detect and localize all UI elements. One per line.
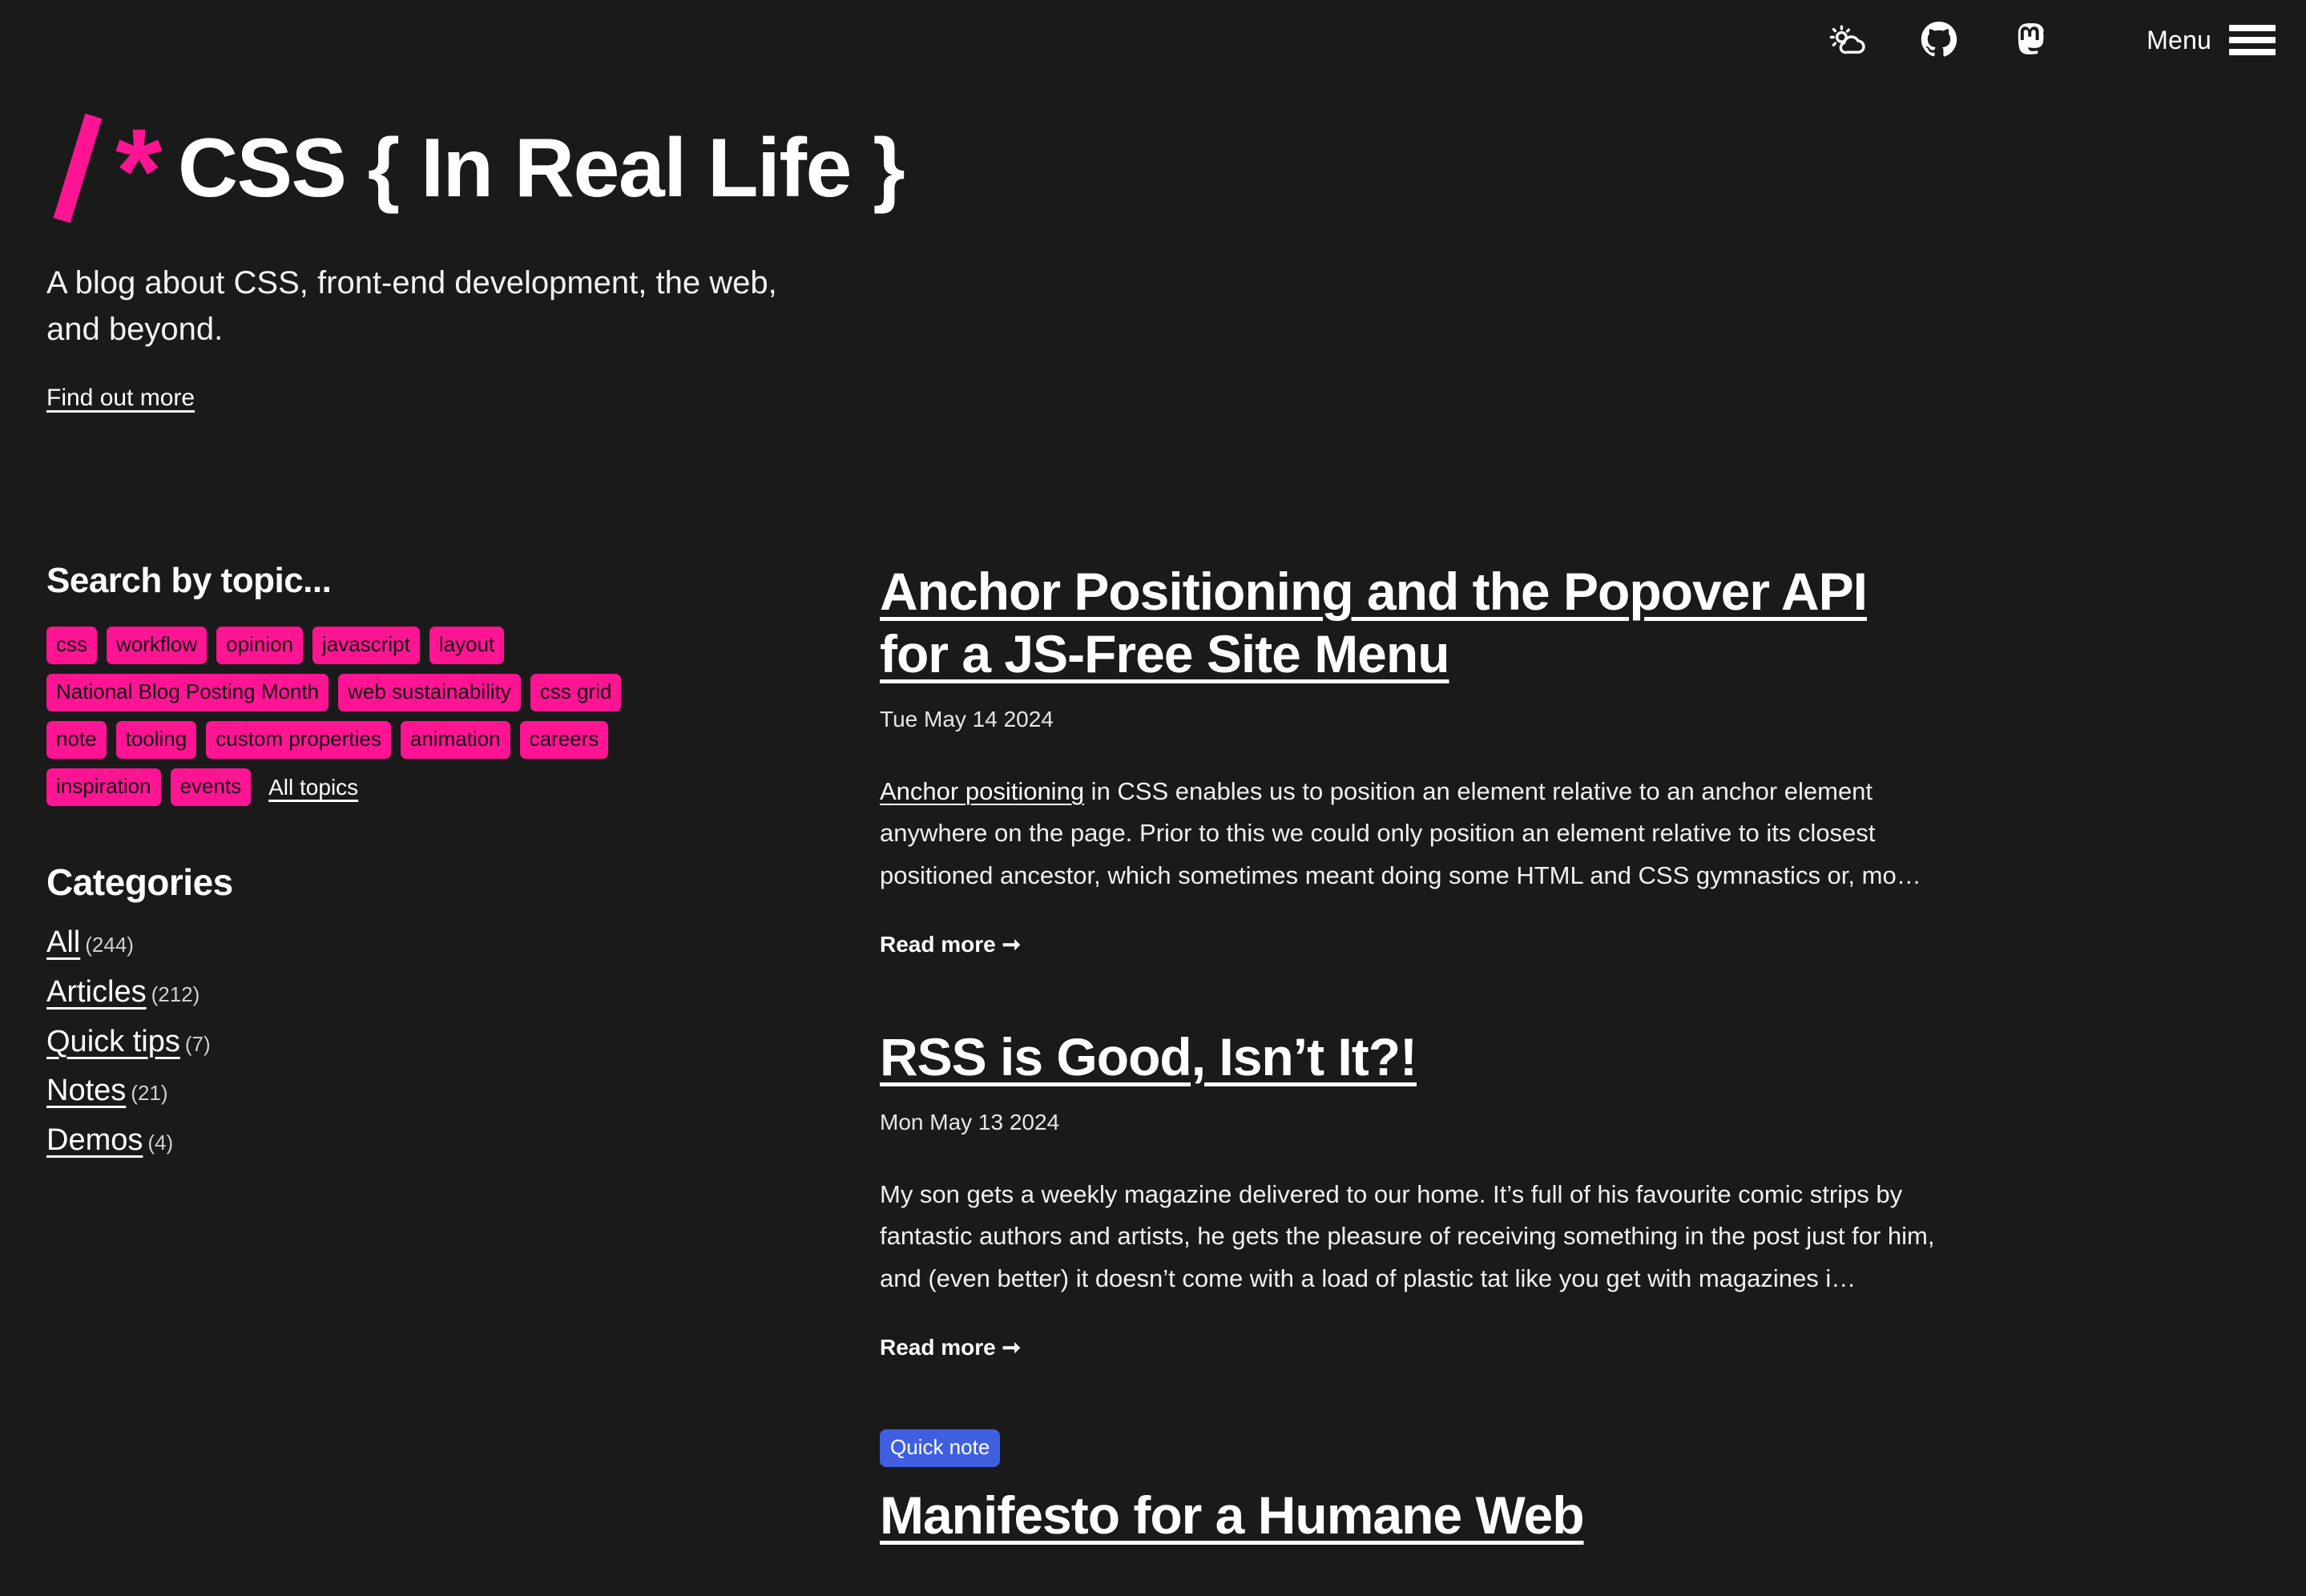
topic-tag-animation[interactable]: animation: [400, 721, 510, 759]
categories-heading: Categories: [46, 861, 233, 903]
search-by-topic-heading: Search by topic...: [46, 561, 332, 600]
menu-button[interactable]: Menu: [2147, 25, 2276, 55]
topic-tag-opinion[interactable]: opinion: [216, 627, 303, 664]
list-item: All (244): [46, 925, 824, 960]
category-link-articles[interactable]: Articles: [46, 975, 147, 1009]
github-icon: [1920, 21, 1958, 59]
post-date: Mon May 13 2024: [880, 1109, 1060, 1135]
read-more-link[interactable]: Read more ➞: [880, 931, 1021, 957]
page-title: CSS { In Real Life }: [178, 122, 905, 215]
post-title: RSS is Good, Isn’t It?!: [880, 1026, 1945, 1089]
topic-tag-events[interactable]: events: [170, 768, 252, 806]
topic-tag-css[interactable]: css: [46, 627, 97, 664]
post-excerpt: My son gets a weekly magazine delivered …: [880, 1179, 1935, 1293]
sun-cloud-icon: [1828, 21, 1867, 59]
theme-toggle-button[interactable]: [1824, 17, 1871, 63]
site-tagline: A blog about CSS, front-end development,…: [46, 265, 777, 347]
top-navigation-bar: Menu: [1824, 0, 2306, 80]
read-more-link[interactable]: Read more ➞: [880, 1334, 1021, 1360]
list-item: Quick tips (7): [46, 1025, 824, 1059]
topic-tag-web-sustainability[interactable]: web sustainability: [338, 674, 521, 711]
content-area: Search by topic... css workflow opinion …: [46, 561, 2306, 1596]
topic-tag-workflow[interactable]: workflow: [107, 627, 208, 664]
site-logo[interactable]: * CSS { In Real Life }: [46, 103, 1168, 238]
category-count-quick-tips: (7): [184, 1031, 211, 1056]
topic-tag-layout[interactable]: layout: [429, 627, 505, 664]
menu-label: Menu: [2147, 25, 2211, 54]
topic-tag-note[interactable]: note: [46, 721, 107, 759]
page-root: Menu * CSS { In Real Life } A blog about…: [0, 0, 2306, 1596]
sidebar: Search by topic... css workflow opinion …: [46, 561, 824, 1596]
post-item: Anchor Positioning and the Popover API f…: [880, 561, 1945, 957]
post-title-link[interactable]: Anchor Positioning and the Popover API f…: [880, 562, 1868, 683]
mastodon-icon: [2011, 21, 2050, 59]
list-item: Demos (4): [46, 1123, 824, 1158]
mastodon-link[interactable]: [2007, 17, 2054, 63]
category-link-all[interactable]: All: [46, 925, 80, 959]
status-badge: Quick note: [880, 1429, 1001, 1467]
github-link[interactable]: [1916, 17, 1962, 63]
category-count-notes: (21): [131, 1081, 168, 1106]
list-item: Notes (21): [46, 1074, 824, 1108]
asterisk-glyph: *: [115, 103, 163, 238]
hamburger-icon: [2229, 25, 2276, 55]
post-title-link[interactable]: Manifesto for a Humane Web: [880, 1485, 1585, 1545]
post-date: Tue May 14 2024: [880, 706, 1054, 732]
anchor-positioning-link[interactable]: Anchor positioning: [880, 777, 1084, 805]
post-feed: Anchor Positioning and the Popover API f…: [824, 561, 2306, 1596]
topic-tag-css-grid[interactable]: css grid: [530, 674, 622, 711]
comment-slash-star-icon: *: [46, 103, 199, 238]
topic-tag-javascript[interactable]: javascript: [312, 627, 420, 664]
post-title: Anchor Positioning and the Popover API f…: [880, 561, 1945, 686]
topic-tag-custom-properties[interactable]: custom properties: [206, 721, 391, 759]
post-excerpt: Anchor positioning in CSS enables us to …: [880, 771, 1945, 897]
category-list: All (244) Articles (212) Quick tips (7) Not…: [46, 925, 824, 1158]
category-link-notes[interactable]: Notes: [46, 1074, 126, 1107]
post-item: RSS is Good, Isn’t It?! Mon May 13 2024 …: [880, 1026, 1945, 1360]
all-topics-link[interactable]: All topics: [268, 775, 358, 800]
find-out-more-link[interactable]: Find out more: [46, 385, 195, 412]
topic-tag-tooling[interactable]: tooling: [115, 721, 197, 759]
topic-tag-inspiration[interactable]: inspiration: [46, 768, 161, 806]
category-count-articles: (212): [151, 981, 200, 1006]
topic-tag-list: css workflow opinion javascript layout N…: [46, 627, 655, 806]
category-count-demos: (4): [147, 1130, 174, 1155]
category-link-demos[interactable]: Demos: [46, 1123, 143, 1157]
post-title-link[interactable]: RSS is Good, Isn’t It?!: [880, 1027, 1417, 1086]
topic-tag-careers[interactable]: careers: [519, 721, 609, 759]
topic-tag-national-blog-posting-month[interactable]: National Blog Posting Month: [46, 674, 329, 711]
list-item: Articles (212): [46, 975, 824, 1010]
post-title: Manifesto for a Humane Web: [880, 1485, 1945, 1547]
category-count-all: (244): [85, 933, 134, 957]
site-masthead: * CSS { In Real Life } A blog about CSS,…: [46, 103, 1168, 412]
category-link-quick-tips[interactable]: Quick tips: [46, 1025, 180, 1058]
post-item: Quick note Manifesto for a Humane Web: [880, 1429, 1945, 1547]
